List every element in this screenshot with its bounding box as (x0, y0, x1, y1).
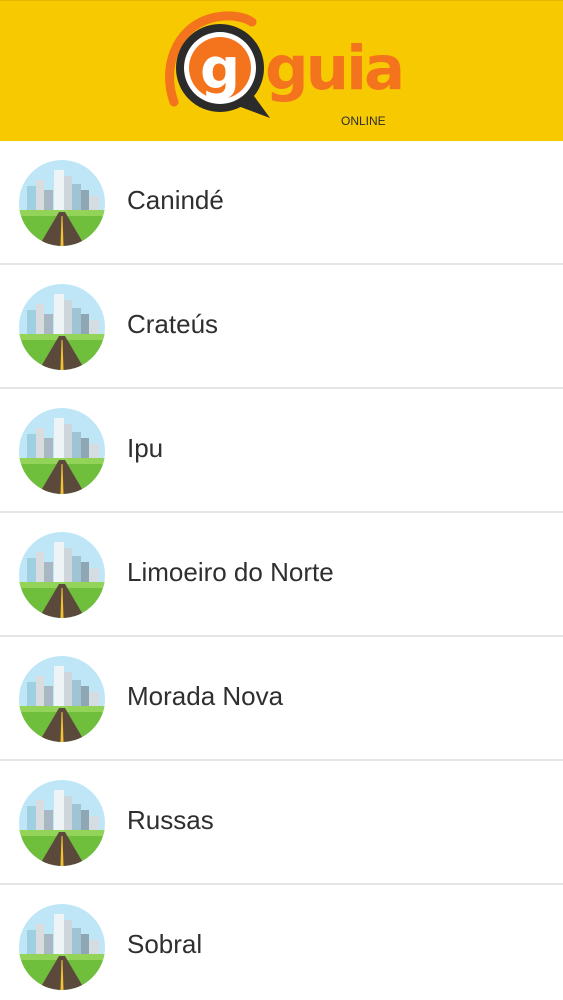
logo-wordmark: guia (265, 33, 405, 104)
city-name: Ipu (127, 433, 164, 463)
city-list-item[interactable]: Morada Nova (0, 637, 563, 761)
app-screen: g guia ONLINE Canindé Crateús Ipu Limoei… (0, 0, 563, 1000)
city-list-item[interactable]: Russas (0, 761, 563, 885)
city-name: Sobral (127, 929, 203, 959)
city-road-icon (19, 408, 105, 494)
city-road-icon (19, 656, 105, 742)
city-road-icon (19, 532, 105, 618)
logo-subtitle: ONLINE (341, 114, 386, 128)
city-list-item[interactable]: Limoeiro do Norte (0, 513, 563, 637)
city-name: Limoeiro do Norte (127, 557, 334, 587)
city-road-icon (19, 780, 105, 866)
city-list-item[interactable]: Sobral (0, 885, 563, 1000)
guia-online-logo[interactable]: g guia ONLINE (160, 10, 408, 132)
city-list-item[interactable]: Canindé (0, 141, 563, 265)
app-header: g guia ONLINE (0, 0, 563, 141)
city-road-icon (19, 904, 105, 990)
city-road-icon (19, 160, 105, 246)
city-name: Morada Nova (127, 681, 284, 711)
city-name: Russas (127, 805, 214, 835)
city-list-item[interactable]: Crateús (0, 265, 563, 389)
city-name: Canindé (127, 185, 224, 215)
svg-text:g: g (200, 37, 240, 102)
city-name: Crateús (127, 309, 219, 339)
city-list-item[interactable]: Ipu (0, 389, 563, 513)
city-road-icon (19, 284, 105, 370)
city-list: Canindé Crateús Ipu Limoeiro do Norte Mo… (0, 141, 563, 1000)
